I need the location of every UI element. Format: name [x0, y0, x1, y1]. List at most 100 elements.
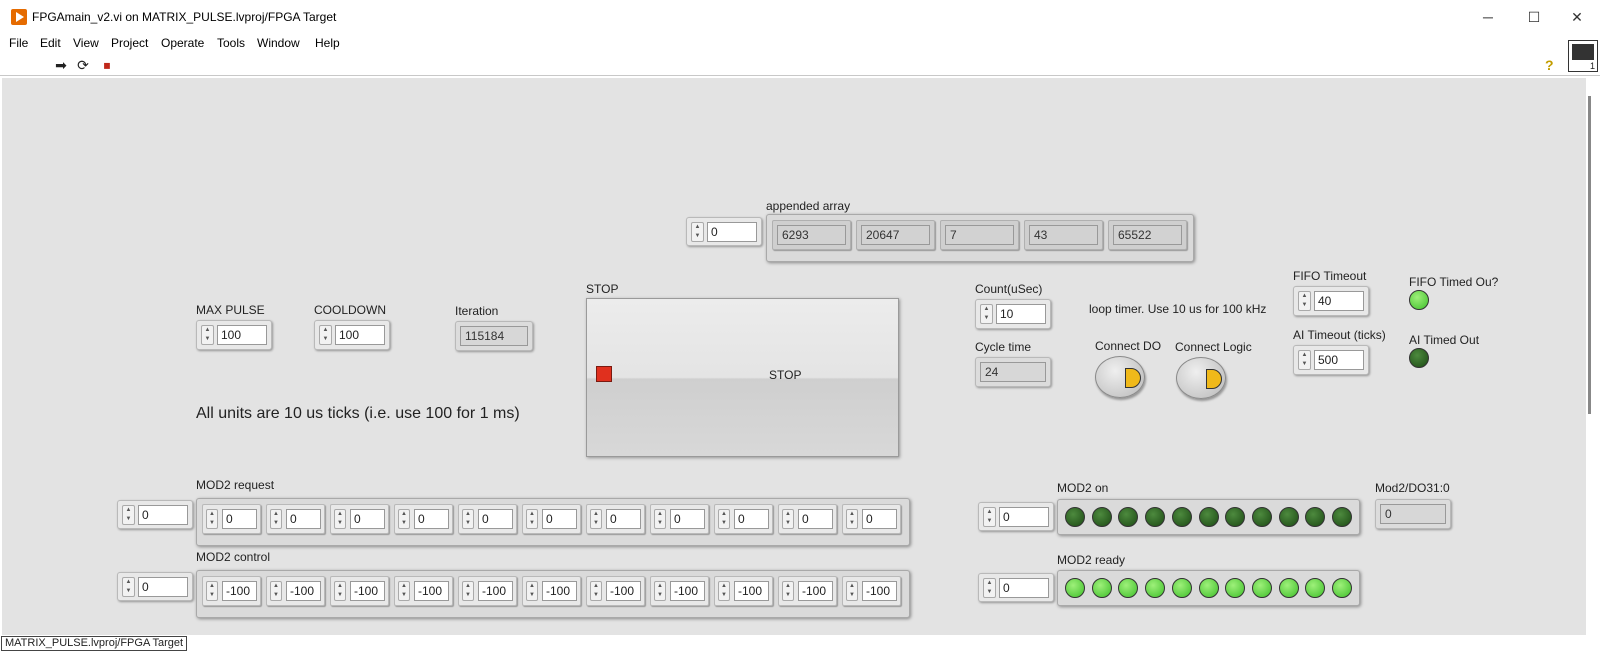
mod2-control-index[interactable]: ▲ ▼ 0: [117, 572, 193, 601]
index-value[interactable]: 0: [138, 505, 188, 525]
abort-execution-icon[interactable]: ⏹: [98, 57, 116, 73]
element-spinner[interactable]: ▲ ▼: [526, 509, 538, 529]
max-pulse-control[interactable]: ▲ ▼ 100: [196, 320, 272, 350]
connect-logic-button[interactable]: [1176, 357, 1226, 399]
element-value[interactable]: 0: [734, 509, 769, 529]
menu-tools[interactable]: Tools: [217, 36, 245, 50]
run-continuously-icon[interactable]: ⟳: [74, 57, 92, 73]
index-spinner[interactable]: ▲ ▼: [122, 577, 135, 597]
count-usec-spinner[interactable]: ▲ ▼: [980, 304, 993, 324]
element-spinner[interactable]: ▲ ▼: [334, 509, 346, 529]
array-element-control[interactable]: ▲ ▼ -100: [778, 576, 837, 606]
index-value[interactable]: 0: [138, 577, 188, 597]
element-value[interactable]: 0: [542, 509, 577, 529]
run-arrow-icon[interactable]: ➡: [52, 57, 70, 73]
array-element-control[interactable]: ▲ ▼ -100: [458, 576, 517, 606]
element-spinner[interactable]: ▲ ▼: [782, 581, 794, 601]
array-element-control[interactable]: ▲ ▼ 0: [650, 504, 709, 534]
element-spinner[interactable]: ▲ ▼: [462, 509, 474, 529]
ai-timeout-spinner[interactable]: ▲ ▼: [1298, 350, 1311, 370]
element-spinner[interactable]: ▲ ▼: [718, 509, 730, 529]
element-spinner[interactable]: ▲ ▼: [206, 509, 218, 529]
element-spinner[interactable]: ▲ ▼: [462, 581, 474, 601]
element-value[interactable]: 0: [670, 509, 705, 529]
element-value[interactable]: 0: [798, 509, 833, 529]
index-value[interactable]: 0: [999, 507, 1049, 527]
element-spinner[interactable]: ▲ ▼: [526, 581, 538, 601]
element-spinner[interactable]: ▲ ▼: [846, 581, 858, 601]
array-element-control[interactable]: ▲ ▼ -100: [330, 576, 389, 606]
element-spinner[interactable]: ▲ ▼: [590, 581, 602, 601]
menu-project[interactable]: Project: [111, 36, 148, 50]
array-element-control[interactable]: ▲ ▼ 0: [714, 504, 773, 534]
cooldown-value[interactable]: 100: [335, 325, 385, 345]
element-spinner[interactable]: ▲ ▼: [398, 581, 410, 601]
fifo-timeout-spinner[interactable]: ▲ ▼: [1298, 291, 1311, 311]
element-value[interactable]: 0: [222, 509, 257, 529]
ai-timeout-control[interactable]: ▲ ▼ 500: [1293, 345, 1369, 375]
element-value[interactable]: -100: [542, 581, 577, 601]
menu-operate[interactable]: Operate: [161, 36, 204, 50]
menu-file[interactable]: File: [9, 36, 28, 50]
connect-do-button[interactable]: [1095, 356, 1145, 398]
element-spinner[interactable]: ▲ ▼: [846, 509, 858, 529]
element-spinner[interactable]: ▲ ▼: [590, 509, 602, 529]
maximize-button[interactable]: ☐: [1511, 6, 1557, 30]
element-value[interactable]: -100: [798, 581, 833, 601]
stop-button[interactable]: [586, 298, 899, 457]
cooldown-spinner[interactable]: ▲ ▼: [319, 325, 332, 345]
array-element-control[interactable]: ▲ ▼ -100: [266, 576, 325, 606]
array-element-control[interactable]: ▲ ▼ -100: [394, 576, 453, 606]
array-element-control[interactable]: ▲ ▼ 0: [330, 504, 389, 534]
array-element-control[interactable]: ▲ ▼ 0: [458, 504, 517, 534]
array-element-control[interactable]: ▲ ▼ -100: [714, 576, 773, 606]
index-spinner[interactable]: ▲ ▼: [122, 505, 135, 525]
element-value[interactable]: 0: [606, 509, 641, 529]
element-value[interactable]: -100: [606, 581, 641, 601]
element-spinner[interactable]: ▲ ▼: [654, 581, 666, 601]
element-value[interactable]: -100: [862, 581, 897, 601]
array-element-control[interactable]: ▲ ▼ 0: [202, 504, 261, 534]
index-value[interactable]: 0: [707, 222, 757, 242]
element-value[interactable]: 0: [350, 509, 385, 529]
menu-view[interactable]: View: [73, 36, 99, 50]
index-spinner[interactable]: ▲ ▼: [983, 507, 996, 527]
mod2-on-index[interactable]: ▲ ▼ 0: [978, 502, 1054, 531]
element-value[interactable]: 0: [414, 509, 449, 529]
index-value[interactable]: 0: [999, 578, 1049, 598]
array-element-control[interactable]: ▲ ▼ -100: [522, 576, 581, 606]
element-value[interactable]: 0: [286, 509, 321, 529]
element-value[interactable]: -100: [350, 581, 385, 601]
count-usec-value[interactable]: 10: [996, 304, 1046, 324]
array-element-control[interactable]: ▲ ▼ -100: [650, 576, 709, 606]
array-element-control[interactable]: ▲ ▼ 0: [266, 504, 325, 534]
close-button[interactable]: ✕: [1556, 6, 1598, 30]
menu-edit[interactable]: Edit: [40, 36, 61, 50]
array-element-control[interactable]: ▲ ▼ 0: [778, 504, 837, 534]
mod2-request-index[interactable]: ▲ ▼ 0: [117, 500, 193, 529]
array-element-control[interactable]: ▲ ▼ 0: [394, 504, 453, 534]
element-value[interactable]: -100: [414, 581, 449, 601]
mod2-ready-index[interactable]: ▲ ▼ 0: [978, 573, 1054, 602]
element-value[interactable]: -100: [670, 581, 705, 601]
context-help-icon[interactable]: ?: [1545, 57, 1554, 73]
array-element-control[interactable]: ▲ ▼ 0: [586, 504, 645, 534]
element-spinner[interactable]: ▲ ▼: [334, 581, 346, 601]
array-element-control[interactable]: ▲ ▼ -100: [586, 576, 645, 606]
minimize-button[interactable]: ─: [1465, 6, 1511, 30]
element-spinner[interactable]: ▲ ▼: [718, 581, 730, 601]
index-spinner[interactable]: ▲ ▼: [983, 578, 996, 598]
fifo-timeout-value[interactable]: 40: [1314, 291, 1364, 311]
element-spinner[interactable]: ▲ ▼: [206, 581, 218, 601]
element-value[interactable]: -100: [286, 581, 321, 601]
index-spinner[interactable]: ▲ ▼: [691, 222, 704, 242]
element-spinner[interactable]: ▲ ▼: [398, 509, 410, 529]
vertical-scrollbar[interactable]: [1588, 96, 1591, 414]
element-spinner[interactable]: ▲ ▼: [654, 509, 666, 529]
menu-help[interactable]: Help: [315, 36, 340, 50]
max-pulse-value[interactable]: 100: [217, 325, 267, 345]
count-usec-control[interactable]: ▲ ▼ 10: [975, 299, 1051, 329]
fifo-timeout-control[interactable]: ▲ ▼ 40: [1293, 286, 1369, 316]
menu-window[interactable]: Window: [257, 36, 300, 50]
max-pulse-spinner[interactable]: ▲ ▼: [201, 325, 214, 345]
